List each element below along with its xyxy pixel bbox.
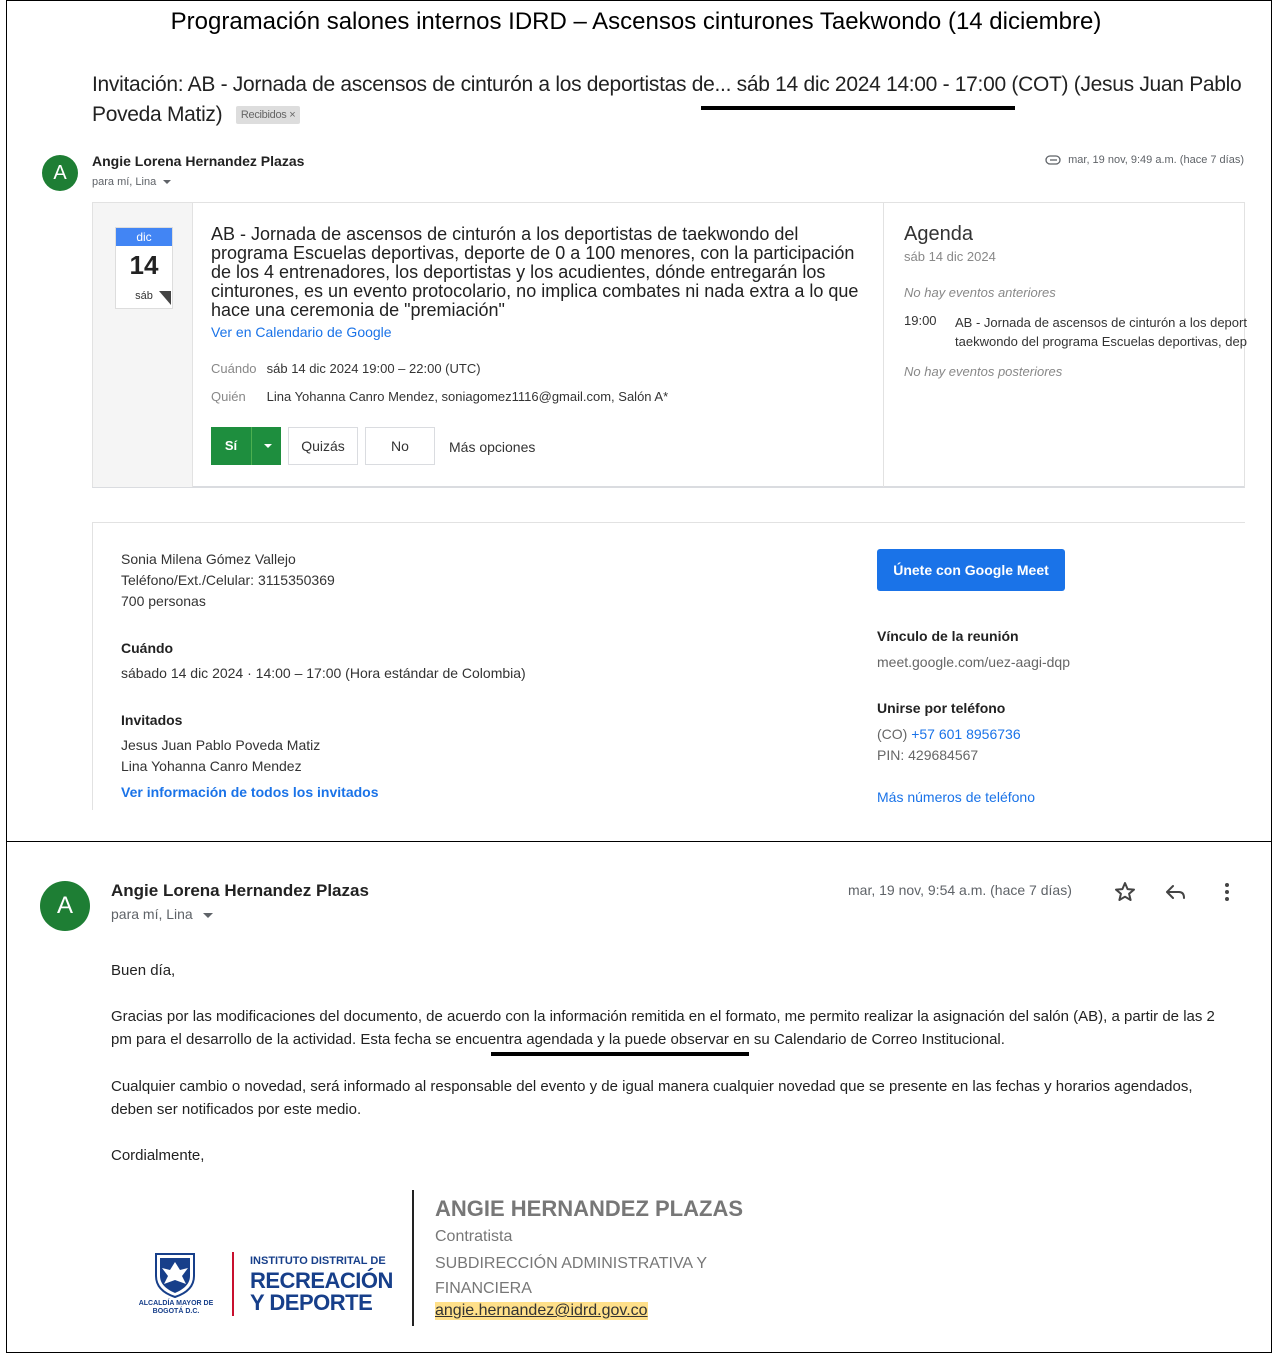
subject-prefix: Invitación: AB - Jornada de ascensos de … (92, 73, 732, 96)
agenda-event-time: 19:00 (904, 313, 937, 328)
event-when-row: Cuándo sáb 14 dic 2024 19:00 – 22:00 (UT… (211, 361, 481, 376)
logo-y-deporte: Y DEPORTE (250, 1290, 373, 1315)
event-title: AB - Jornada de ascensos de cinturón a l… (211, 224, 859, 320)
sender-avatar[interactable]: A (40, 881, 90, 931)
reply-icon[interactable] (1164, 880, 1188, 904)
guest-list: Jesus Juan Pablo Poveda Matiz Lina Yohan… (121, 735, 320, 777)
when-detail: sábado 14 dic 2024 · 14:00 – 17:00 (Hora… (121, 665, 526, 681)
event-details-card: Sonia Milena Gómez Vallejo Teléfono/Ext.… (92, 522, 1245, 810)
view-in-google-calendar-link[interactable]: Ver en Calendario de Google (211, 324, 392, 340)
paragraph-1-emphasis: Esta fecha se encuentra agendada (360, 1031, 593, 1048)
agenda-panel: Agenda sáb 14 dic 2024 No hay eventos an… (883, 203, 1247, 487)
calendar-invitation-card: dic 14 sáb AB - Jornada de ascensos de c… (92, 202, 1247, 488)
rsvp-yes-button[interactable]: Sí (211, 427, 281, 465)
rsvp-maybe-button[interactable]: Quizás (288, 427, 358, 465)
email-paragraph-1: Gracias por las modificaciones del docum… (111, 1005, 1236, 1051)
email-closing: Cordialmente, (111, 1147, 205, 1164)
signature-role: Contratista (435, 1228, 513, 1245)
sender-name[interactable]: Angie Lorena Hernandez Plazas (92, 153, 304, 169)
guest-item: Lina Yohanna Canro Mendez (121, 758, 302, 774)
guest-item: Jesus Juan Pablo Poveda Matiz (121, 737, 321, 753)
agenda-no-next: No hay eventos posteriores (904, 364, 1063, 379)
signature-department: SUBDIRECCIÓN ADMINISTRATIVA Y FINANCIERA (435, 1255, 707, 1297)
agenda-event-line2: taekwondo del programa Escuelas deportiv… (955, 334, 1247, 349)
recipients-text: para mí, Lina (111, 906, 193, 922)
highlight-underline (491, 1052, 749, 1056)
timestamp-text: mar, 19 nov, 9:49 a.m. (hace 7 días) (1068, 154, 1244, 166)
rsvp-divider (251, 427, 252, 465)
inbox-label-chip[interactable]: Recibidos × (235, 106, 301, 125)
join-google-meet-button[interactable]: Únete con Google Meet (877, 549, 1065, 591)
when-value: sáb 14 dic 2024 19:00 – 22:00 (UTC) (266, 361, 481, 376)
recipients-line[interactable]: para mí, Lina (111, 906, 213, 922)
phone-line: (CO) +57 601 8956736 (877, 724, 1021, 745)
when-label: Cuándo (211, 361, 257, 376)
contact-name: Sonia Milena Gómez Vallejo (121, 551, 296, 567)
phone-pin: PIN: 429684567 (877, 747, 979, 763)
alcaldia-label: ALCALDÍA MAYOR DE BOGOTÁ D.C. (138, 1300, 214, 1315)
signature-divider (412, 1190, 414, 1326)
email-timestamp: mar, 19 nov, 9:49 a.m. (hace 7 días) (1045, 154, 1244, 166)
more-phone-numbers-link[interactable]: Más números de teléfono (877, 787, 1035, 808)
bogota-coat-of-arms-logo (155, 1253, 195, 1298)
event-who-row: Quién Lina Yohanna Canro Mendez, soniago… (211, 389, 668, 404)
email-subject: Invitación: AB - Jornada de ascensos de … (92, 70, 1252, 130)
sender-avatar[interactable]: A (42, 155, 78, 191)
signature-email-link[interactable]: angie.hernandez@idrd.gov.co (435, 1302, 648, 1320)
calendar-date-panel: dic 14 sáb (93, 203, 193, 487)
rsvp-no-button[interactable]: No (365, 427, 435, 465)
view-all-guests-link[interactable]: Ver información de todos los invitados (121, 784, 379, 800)
who-value: Lina Yohanna Canro Mendez, soniagomez111… (266, 389, 669, 404)
agenda-no-previous: No hay eventos anteriores (904, 285, 1056, 300)
recipients-text: para mí, Lina (92, 176, 157, 188)
agenda-title: Agenda (904, 223, 973, 245)
contact-phone: Teléfono/Ext./Celular: 3115350369 (121, 572, 335, 588)
rsvp-options-caret-icon[interactable] (264, 444, 272, 448)
paragraph-1-end: y la puede observar en su Calendario de … (593, 1031, 1005, 1048)
chevron-down-icon (163, 180, 172, 185)
sender-name[interactable]: Angie Lorena Hernandez Plazas (111, 881, 369, 901)
more-options-button[interactable]: Más opciones (449, 439, 535, 455)
when-heading: Cuándo (121, 640, 174, 656)
agenda-date: sáb 14 dic 2024 (904, 249, 996, 264)
who-label: Quién (211, 389, 246, 404)
guests-heading: Invitados (121, 712, 183, 728)
logo-institute-label: INSTITUTO DISTRITAL DE (250, 1255, 386, 1267)
chevron-down-icon (202, 912, 213, 918)
recipients-line[interactable]: para mí, Lina (92, 176, 172, 188)
attendance: 700 personas (121, 593, 206, 609)
calendar-month: dic (116, 228, 172, 246)
event-description: Sonia Milena Gómez Vallejo Teléfono/Ext.… (121, 549, 335, 612)
phone-number-link[interactable]: +57 601 8956736 (911, 726, 1020, 742)
join-by-phone-heading: Unirse por teléfono (877, 700, 1006, 716)
rsvp-yes-label: Sí (224, 438, 238, 453)
highlight-underline (701, 106, 1015, 110)
calendar-fold-icon (159, 291, 171, 305)
email-timestamp: mar, 19 nov, 9:54 a.m. (hace 7 días) (848, 882, 1072, 898)
meeting-link-heading: Vínculo de la reunión (877, 628, 1019, 644)
email-paragraph-2: Cualquier cambio o novedad, será informa… (111, 1078, 1193, 1118)
attachment-icon (1045, 155, 1061, 165)
more-vert-icon[interactable] (1215, 880, 1239, 904)
agenda-event-line1: AB - Jornada de ascensos de cinturón a l… (955, 315, 1247, 330)
calendar-day: 14 (129, 250, 159, 280)
email-greeting: Buen día, (111, 962, 176, 979)
phone-country: (CO) (877, 726, 908, 742)
agenda-event-item[interactable]: AB - Jornada de ascensos de cinturón a l… (955, 313, 1247, 351)
signature-name: ANGIE HERNANDEZ PLAZAS (435, 1196, 744, 1221)
subject-date: sáb 14 dic 2024 14:00 - 17:00 (COT) (736, 73, 1069, 96)
meeting-link[interactable]: meet.google.com/uez-aagi-dqp (877, 652, 1070, 673)
logo-divider (232, 1252, 234, 1316)
star-icon[interactable] (1113, 880, 1137, 904)
document-title: Programación salones internos IDRD – Asc… (170, 8, 1102, 35)
